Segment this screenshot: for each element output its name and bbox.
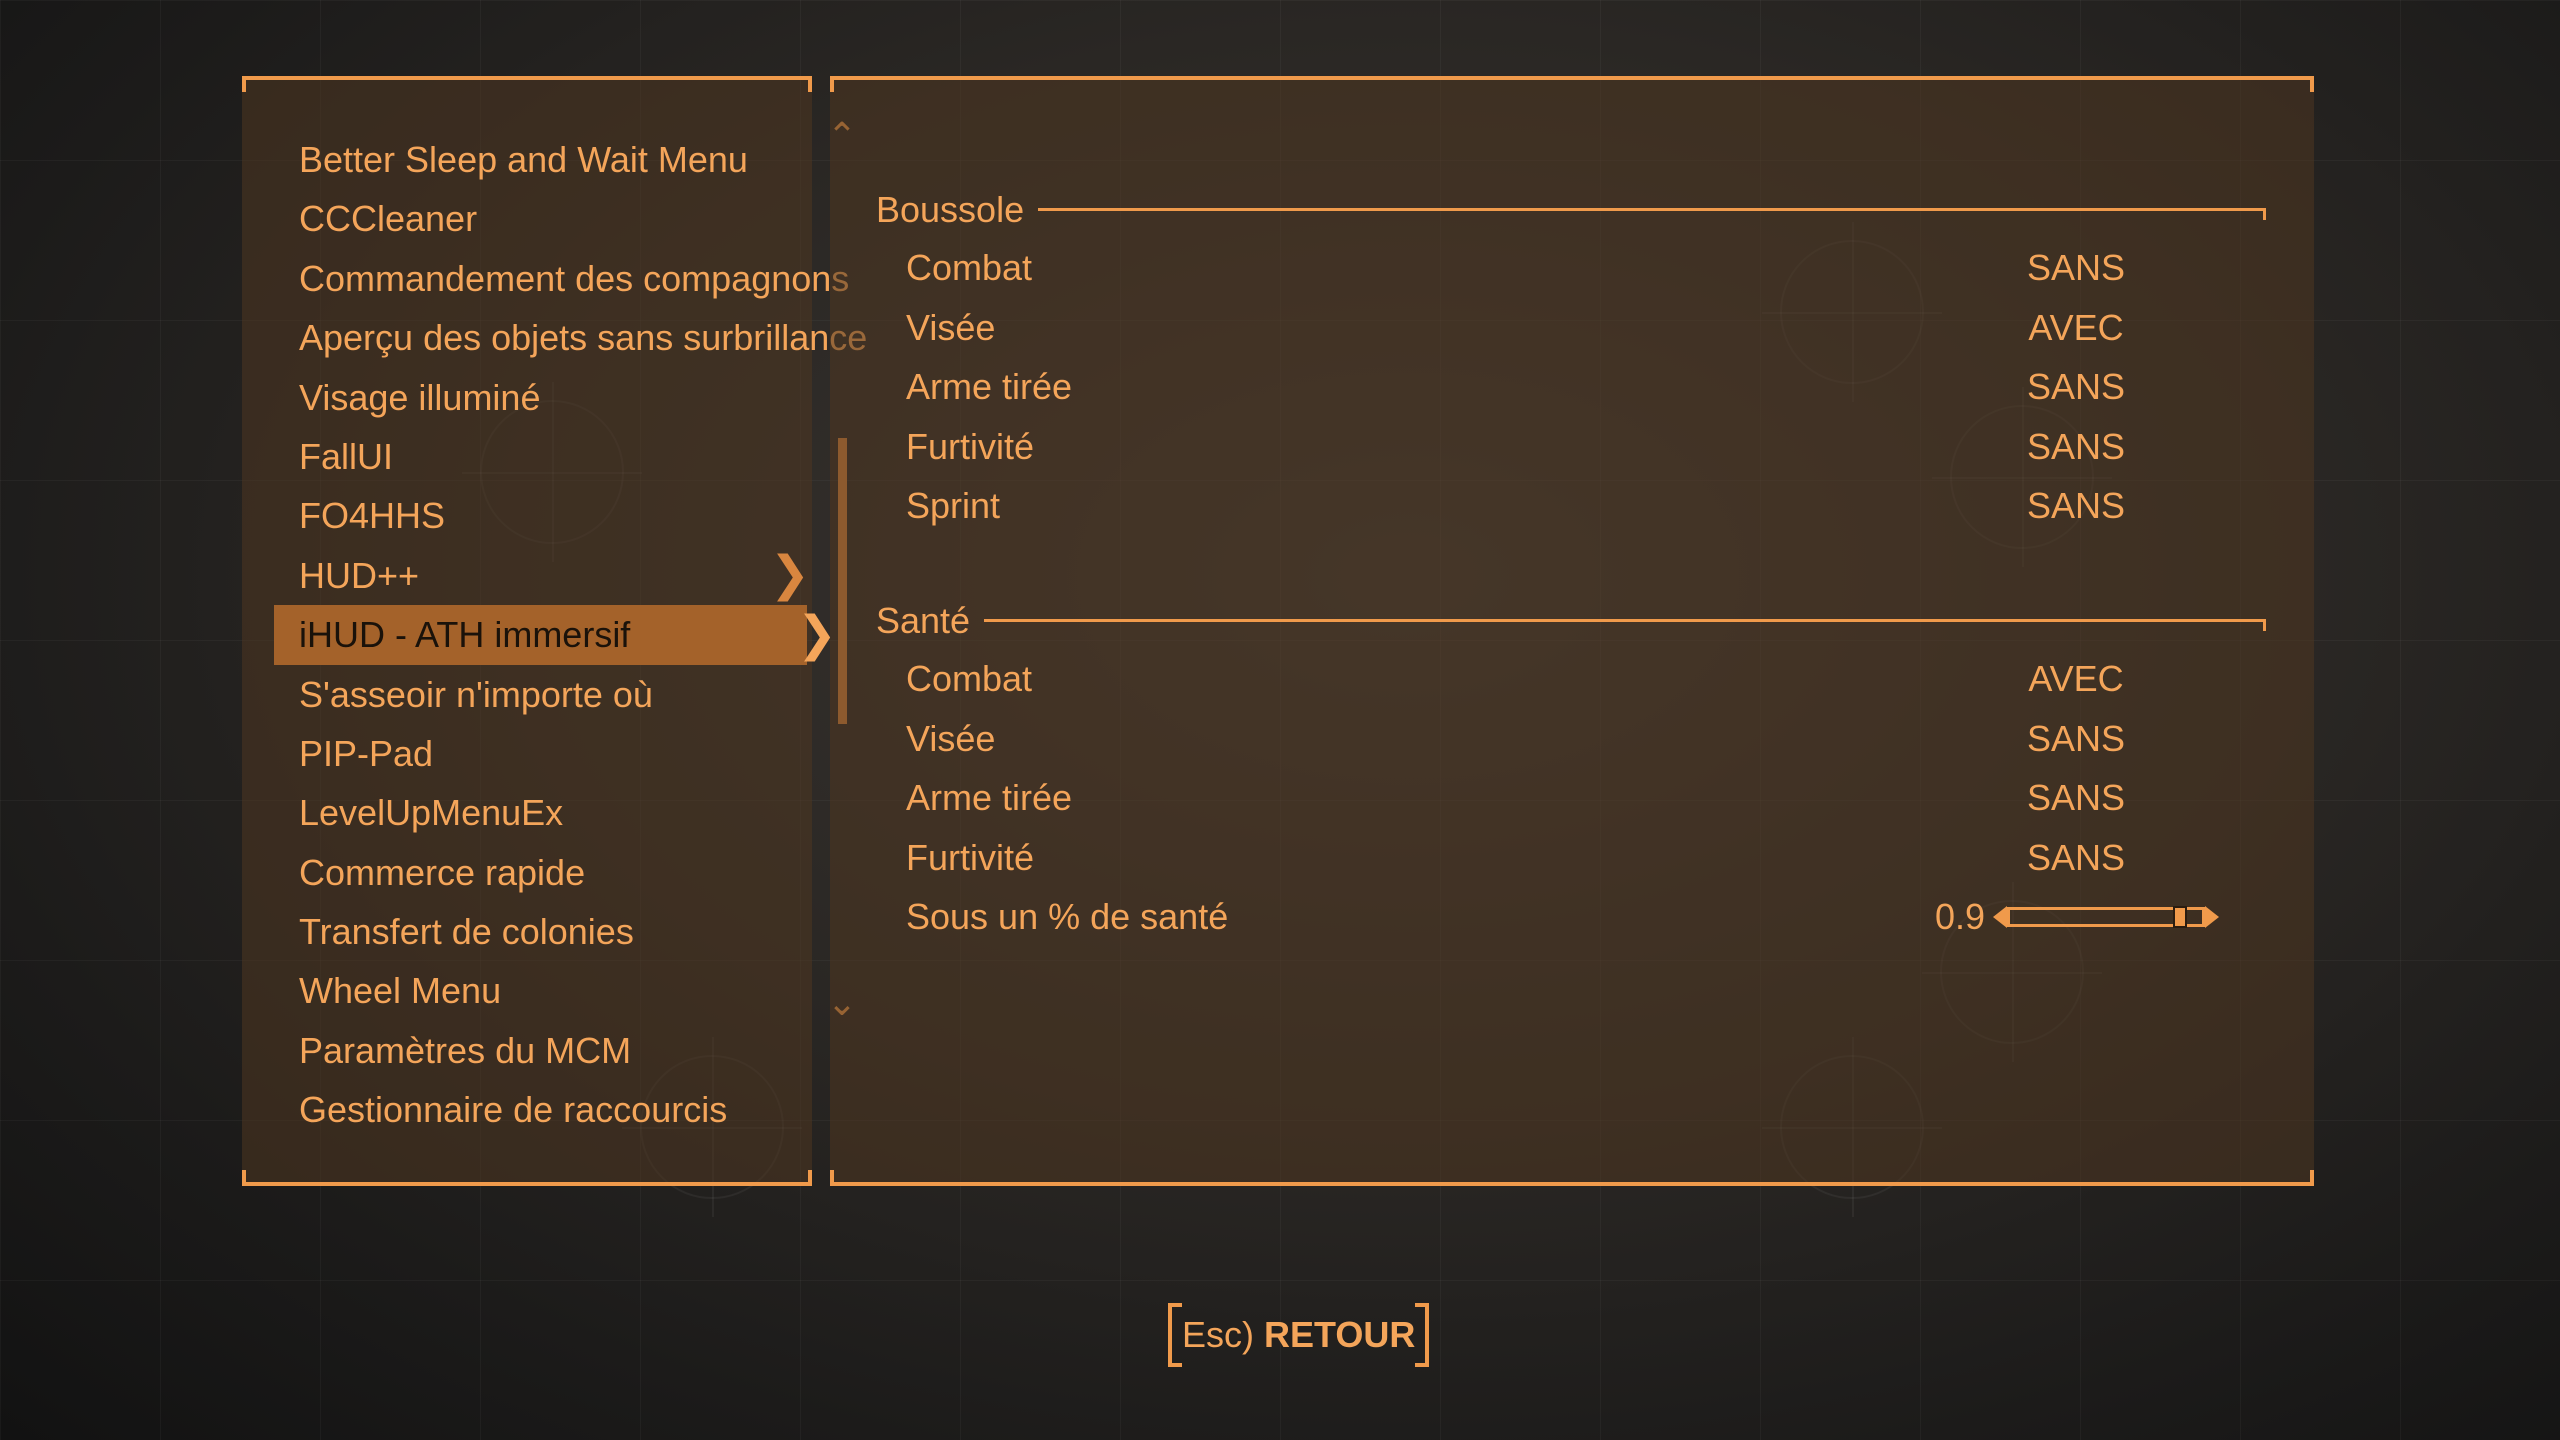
chevron-right-icon: ❯ bbox=[769, 548, 810, 602]
mod-list-item-label: Better Sleep and Wait Menu bbox=[299, 139, 748, 180]
setting-value[interactable]: SANS bbox=[2027, 238, 2125, 298]
mod-list-item-label: HUD++ bbox=[299, 554, 420, 596]
mod-list-item-label: FO4HHS bbox=[299, 495, 446, 537]
mod-list-item[interactable]: Wheel Menu bbox=[242, 961, 812, 1020]
back-label: RETOUR bbox=[1264, 1314, 1416, 1355]
setting-value[interactable]: SANS bbox=[2027, 357, 2125, 417]
setting-label: Arme tirée bbox=[906, 777, 1073, 819]
mod-list-item-label: Transfert de colonies bbox=[299, 911, 634, 953]
mod-list-item-label: Commerce rapide bbox=[299, 851, 586, 893]
setting-label: Sprint bbox=[906, 485, 1001, 527]
setting-value[interactable]: AVEC bbox=[2028, 298, 2123, 358]
back-button[interactable]: Esc) RETOUR bbox=[1168, 1303, 1430, 1367]
health-threshold-slider[interactable] bbox=[1993, 906, 2220, 929]
setting-row[interactable]: Arme tirée SANS bbox=[876, 357, 2266, 417]
section-header: Santé bbox=[876, 593, 2266, 649]
mod-list-item[interactable]: S'asseoir n'importe où bbox=[242, 665, 812, 724]
mod-list-item-label: FallUI bbox=[299, 435, 394, 477]
setting-value[interactable]: SANS bbox=[2027, 476, 2125, 536]
setting-row[interactable]: Arme tirée SANS bbox=[876, 768, 2266, 828]
mod-list-item[interactable]: Paramètres du MCM bbox=[242, 1021, 812, 1080]
slider-decrease-arrow[interactable] bbox=[1993, 906, 2008, 929]
mod-list-item[interactable]: FallUI bbox=[242, 427, 812, 486]
compass-section: Boussole Combat SANS Visée AVEC Arme tirée SA… bbox=[876, 182, 2266, 536]
mod-list-item-label: LevelUpMenuEx bbox=[299, 792, 564, 834]
mod-list-item-label: Paramètres du MCM bbox=[299, 1029, 632, 1071]
mod-list: Better Sleep and Wait Menu CCCleaner Comma… bbox=[242, 130, 867, 1140]
health-threshold-setting[interactable]: Sous un % de santé 0.9 bbox=[876, 887, 2266, 947]
section-header: Boussole bbox=[876, 182, 2266, 238]
slider-knob[interactable] bbox=[2172, 906, 2187, 929]
setting-label: Furtivité bbox=[906, 425, 1035, 467]
setting-value[interactable]: AVEC bbox=[2028, 649, 2123, 709]
setting-row[interactable]: Visée SANS bbox=[876, 709, 2266, 769]
setting-row[interactable]: Combat SANS bbox=[876, 238, 2266, 298]
mod-list-item[interactable]: Visage illuminé bbox=[242, 368, 812, 427]
setting-label: Combat bbox=[906, 658, 1033, 699]
section-title: Santé bbox=[876, 600, 971, 641]
mod-list-item-label: Visage illuminé bbox=[299, 376, 541, 418]
setting-label: Arme tirée bbox=[906, 366, 1073, 408]
mod-list-item-label: Aperçu des objets sans surbrillance bbox=[299, 317, 868, 359]
mod-list-item-label: iHUD - ATH immersif bbox=[299, 614, 631, 656]
mod-list-item-label: CCCleaner bbox=[299, 198, 478, 240]
mod-list-item-label: Wheel Menu bbox=[299, 970, 502, 1012]
setting-row[interactable]: Furtivité SANS bbox=[876, 828, 2266, 888]
mod-list-item[interactable]: CCCleaner bbox=[242, 189, 812, 248]
setting-row[interactable]: Combat AVEC bbox=[876, 649, 2266, 709]
mod-list-item[interactable]: Commandement des compagnons bbox=[242, 249, 849, 308]
settings-panel: Boussole Combat SANS Visée AVEC Arme tirée SA… bbox=[830, 76, 2314, 1186]
section-divider bbox=[984, 619, 2266, 631]
setting-label: Visée bbox=[906, 306, 996, 348]
mod-list-panel: Better Sleep and Wait Menu CCCleaner Comma… bbox=[242, 76, 867, 1186]
mod-list-item[interactable]: Commerce rapide bbox=[242, 843, 812, 902]
setting-label: Furtivité bbox=[906, 836, 1035, 878]
setting-row[interactable]: Visée AVEC bbox=[876, 298, 2266, 358]
mod-list-item[interactable]: Transfert de colonies bbox=[242, 902, 812, 961]
health-section: Santé Combat AVEC Visée SANS Arme tirée SANS F… bbox=[876, 593, 2266, 947]
mod-list-item[interactable]: LevelUpMenuEx bbox=[242, 783, 812, 842]
mod-list-item[interactable]: Better Sleep and Wait Menu bbox=[242, 130, 812, 189]
back-key-hint: Esc) bbox=[1182, 1314, 1254, 1355]
slider-value: 0.9 bbox=[1935, 896, 1986, 938]
mod-list-item-label: Commandement des compagnons bbox=[299, 257, 850, 299]
compass-rows: Combat SANS Visée AVEC Arme tirée SANS Furtivi… bbox=[876, 238, 2266, 536]
setting-row[interactable]: Furtivité SANS bbox=[876, 417, 2266, 477]
health-threshold-slider-group: 0.9 bbox=[1935, 887, 2220, 947]
setting-value[interactable]: SANS bbox=[2027, 768, 2125, 828]
setting-value[interactable]: SANS bbox=[2027, 828, 2125, 888]
setting-value[interactable]: SANS bbox=[2027, 417, 2125, 477]
mod-list-item[interactable]: Gestionnaire de raccourcis bbox=[242, 1080, 812, 1139]
mod-list-item[interactable]: FO4HHS bbox=[242, 486, 812, 545]
mod-list-item[interactable]: Aperçu des objets sans surbrillance bbox=[242, 308, 867, 367]
health-rows: Combat AVEC Visée SANS Arme tirée SANS Furtivi… bbox=[876, 649, 2266, 887]
setting-label: Sous un % de santé bbox=[906, 896, 1229, 938]
setting-row[interactable]: Sprint SANS bbox=[876, 476, 2266, 536]
mod-list-item-label: PIP-Pad bbox=[299, 732, 434, 774]
mod-list-item[interactable]: HUD++ ❯ bbox=[242, 546, 812, 605]
setting-label: Combat bbox=[906, 247, 1033, 288]
section-divider bbox=[1038, 208, 2266, 220]
mod-list-item-label: S'asseoir n'importe où bbox=[299, 673, 653, 715]
slider-increase-arrow[interactable] bbox=[2205, 906, 2220, 929]
mod-list-item-label: Gestionnaire de raccourcis bbox=[299, 1089, 728, 1131]
setting-label: Visée bbox=[906, 717, 996, 759]
mod-list-item[interactable]: PIP-Pad bbox=[242, 724, 812, 783]
section-title: Boussole bbox=[876, 189, 1025, 230]
mod-list-item[interactable]: iHUD - ATH immersif ❯ bbox=[274, 605, 837, 665]
setting-value[interactable]: SANS bbox=[2027, 709, 2125, 769]
